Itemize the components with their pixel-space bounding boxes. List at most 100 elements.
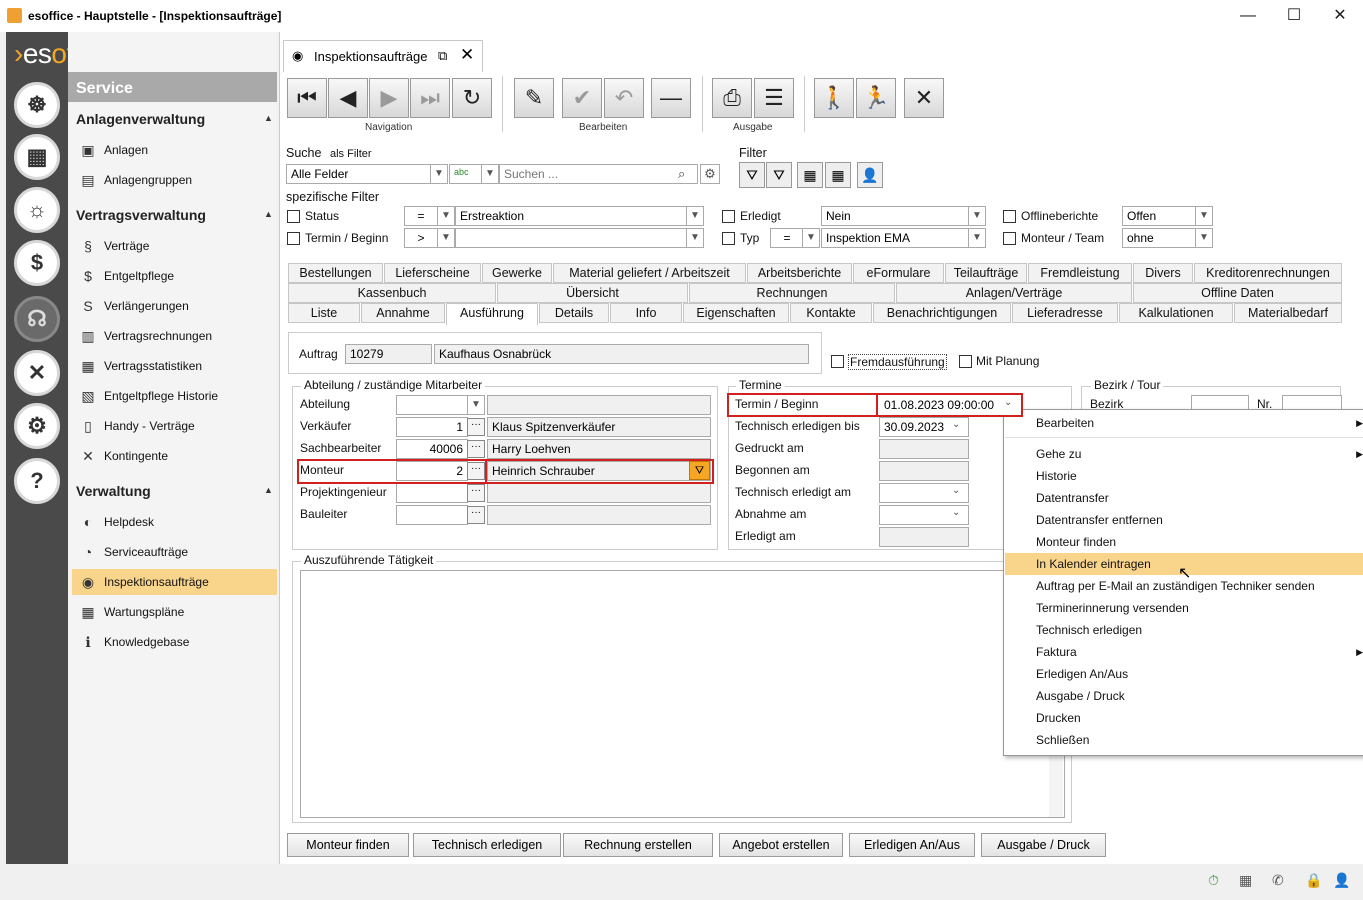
phone-icon[interactable]: ✆: [1272, 872, 1284, 889]
document-tab[interactable]: ◉ Inspektionsaufträge ⧉ ✕: [283, 40, 483, 72]
search-field-select[interactable]: Alle Felder: [286, 164, 432, 184]
bottom-button-0[interactable]: Monteur finden: [287, 833, 409, 857]
typ-select[interactable]: Inspektion EMA: [821, 228, 970, 248]
print-icon[interactable]: ⎙: [712, 78, 752, 118]
collapse-icon[interactable]: ▲: [264, 209, 273, 219]
close-tab-icon[interactable]: ✕: [460, 45, 474, 65]
menu-item-12[interactable]: Ausgabe / Druck: [1005, 685, 1363, 707]
chevron-down-icon[interactable]: ▼: [430, 164, 448, 184]
menu-item-1[interactable]: Gehe zu ▶: [1005, 443, 1363, 465]
spreadsheet-icon[interactable]: ▦: [14, 134, 60, 180]
menu-item-9[interactable]: Technisch erledigen: [1005, 619, 1363, 641]
headset-icon[interactable]: ☊: [14, 296, 60, 342]
nav-item[interactable]: ◉ Inspektionsaufträge: [72, 569, 277, 595]
tab-row3-9[interactable]: Kalkulationen: [1119, 303, 1233, 323]
chevron-down-icon[interactable]: ▼: [437, 228, 455, 248]
lock-icon[interactable]: 🔒: [1305, 872, 1322, 889]
bottom-button-3[interactable]: Angebot erstellen: [719, 833, 843, 857]
tab-row2-1[interactable]: Übersicht: [497, 283, 688, 303]
tab-row3-7[interactable]: Benachrichtigungen: [873, 303, 1011, 323]
chevron-down-icon[interactable]: ▼: [467, 395, 485, 415]
planung-checkbox[interactable]: [959, 355, 972, 368]
tab-row2-4[interactable]: Offline Daten: [1133, 283, 1342, 303]
typ-operator[interactable]: =: [770, 228, 804, 248]
termin-operator[interactable]: >: [404, 228, 438, 248]
staff-number-4[interactable]: [396, 483, 468, 503]
monteur-team-select[interactable]: ohne: [1122, 228, 1197, 248]
previous-record-button[interactable]: ◀: [328, 78, 368, 118]
bottom-button-1[interactable]: Technisch erledigen: [413, 833, 561, 857]
nav-item[interactable]: ◐ Helpdesk: [72, 509, 277, 535]
nav-item[interactable]: ▤ Anlagengruppen: [72, 167, 277, 193]
building-filter-icon[interactable]: ▦: [797, 162, 823, 188]
walk-icon[interactable]: 🚶: [814, 78, 854, 118]
tab-row3-0[interactable]: Liste: [288, 303, 360, 323]
menu-item-10[interactable]: Faktura ▶: [1005, 641, 1363, 663]
tab-row1-3[interactable]: Material geliefert / Arbeitszeit: [553, 263, 746, 283]
nav-item[interactable]: ▦ Vertragsstatistiken: [72, 353, 277, 379]
next-record-button[interactable]: ▶: [369, 78, 409, 118]
last-record-button[interactable]: ⏭: [410, 78, 450, 118]
offline-select[interactable]: Offen: [1122, 206, 1197, 226]
status-value-select[interactable]: Erstreaktion: [455, 206, 688, 226]
menu-item-3[interactable]: Datentransfer: [1005, 487, 1363, 509]
abc-icon[interactable]: abc: [449, 164, 483, 184]
money-icon[interactable]: $: [14, 240, 60, 286]
lookup-dots-icon[interactable]: ···: [467, 440, 485, 458]
collapse-icon[interactable]: ▲: [264, 485, 273, 495]
tab-row2-2[interactable]: Rechnungen: [689, 283, 895, 303]
building-filter2-icon[interactable]: ▦: [825, 162, 851, 188]
help-icon[interactable]: ?: [14, 458, 60, 504]
chevron-down-icon[interactable]: ▼: [481, 164, 499, 184]
menu-item-14[interactable]: Schließen: [1005, 729, 1363, 751]
menu-item-0[interactable]: Bearbeiten ▶: [1005, 412, 1363, 434]
nav-item[interactable]: $ Entgeltpflege: [72, 263, 277, 289]
offline-checkbox[interactable]: [1003, 210, 1016, 223]
erledigt-select[interactable]: Nein: [821, 206, 970, 226]
chevron-down-icon[interactable]: ▼: [1195, 228, 1213, 248]
tab-row1-8[interactable]: Divers: [1133, 263, 1193, 283]
tab-row1-5[interactable]: eFormulare: [853, 263, 944, 283]
nav-item[interactable]: ▥ Vertragsrechnungen: [72, 323, 277, 349]
popout-icon[interactable]: ⧉: [438, 48, 447, 64]
staff-number-1[interactable]: 1: [396, 417, 468, 437]
termin-checkbox[interactable]: [287, 232, 300, 245]
fremd-checkbox[interactable]: [831, 355, 844, 368]
chevron-down-icon[interactable]: ▼: [802, 228, 820, 248]
chevron-down-icon[interactable]: ⌄: [952, 419, 960, 430]
refresh-button[interactable]: ↻: [452, 78, 492, 118]
maximize-button[interactable]: ☐: [1271, 0, 1317, 32]
run-icon[interactable]: 🏃: [856, 78, 896, 118]
person-icon[interactable]: 👤: [857, 162, 883, 188]
tab-row1-0[interactable]: Bestellungen: [288, 263, 383, 283]
chevron-down-icon[interactable]: ⌄: [952, 485, 960, 496]
helm-icon[interactable]: ☸: [14, 82, 60, 128]
edit-button[interactable]: ✎: [514, 78, 554, 118]
chevron-down-icon[interactable]: ▼: [968, 206, 986, 226]
menu-item-8[interactable]: Terminerinnerung versenden: [1005, 597, 1363, 619]
tab-row3-4[interactable]: Info: [610, 303, 682, 323]
chevron-down-icon[interactable]: ▼: [686, 228, 704, 248]
close-record-button[interactable]: ✕: [904, 78, 944, 118]
staff-number-0[interactable]: [396, 395, 468, 415]
search-input[interactable]: Suchen ...: [499, 164, 698, 184]
chevron-down-icon[interactable]: ▼: [968, 228, 986, 248]
chevron-down-icon[interactable]: ▼: [1195, 206, 1213, 226]
bottom-button-5[interactable]: Ausgabe / Druck: [981, 833, 1106, 857]
nav-item[interactable]: ✕ Kontingente: [72, 443, 277, 469]
menu-item-4[interactable]: Datentransfer entfernen: [1005, 509, 1363, 531]
tab-row1-6[interactable]: Teilaufträge: [945, 263, 1027, 283]
filter-edit-icon[interactable]: ⛛: [766, 162, 792, 188]
tools-icon[interactable]: ✕: [14, 350, 60, 396]
nav-section-0[interactable]: Anlagenverwaltung ▲: [76, 111, 276, 127]
filter-icon[interactable]: ⛛: [739, 162, 765, 188]
monteur-team-checkbox[interactable]: [1003, 232, 1016, 245]
staff-number-5[interactable]: [396, 505, 468, 525]
nav-item[interactable]: ▯ Handy - Verträge: [72, 413, 277, 439]
close-window-button[interactable]: ✕: [1317, 0, 1363, 32]
nav-item[interactable]: ℹ Knowledgebase: [72, 629, 277, 655]
tab-row1-2[interactable]: Gewerke: [482, 263, 552, 283]
nav-item[interactable]: ◔ Serviceaufträge: [72, 539, 277, 565]
tab-row3-1[interactable]: Annahme: [361, 303, 445, 323]
search-icon[interactable]: ⌕: [678, 166, 685, 182]
